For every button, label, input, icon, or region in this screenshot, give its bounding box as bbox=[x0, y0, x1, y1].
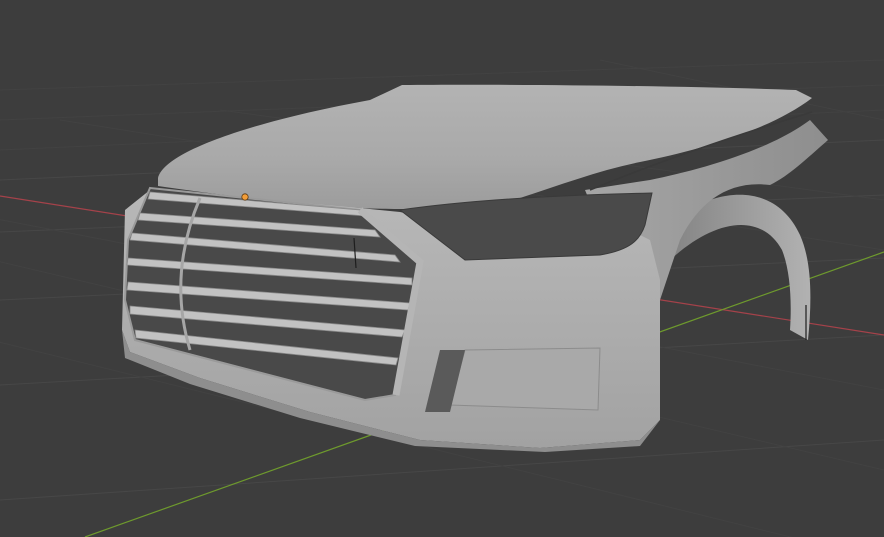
object-origin-point[interactable] bbox=[241, 193, 249, 201]
viewport-canvas[interactable] bbox=[0, 0, 884, 537]
lower-air-intake bbox=[449, 347, 601, 411]
3d-viewport[interactable] bbox=[0, 0, 884, 537]
car-front-model[interactable] bbox=[122, 84, 828, 452]
